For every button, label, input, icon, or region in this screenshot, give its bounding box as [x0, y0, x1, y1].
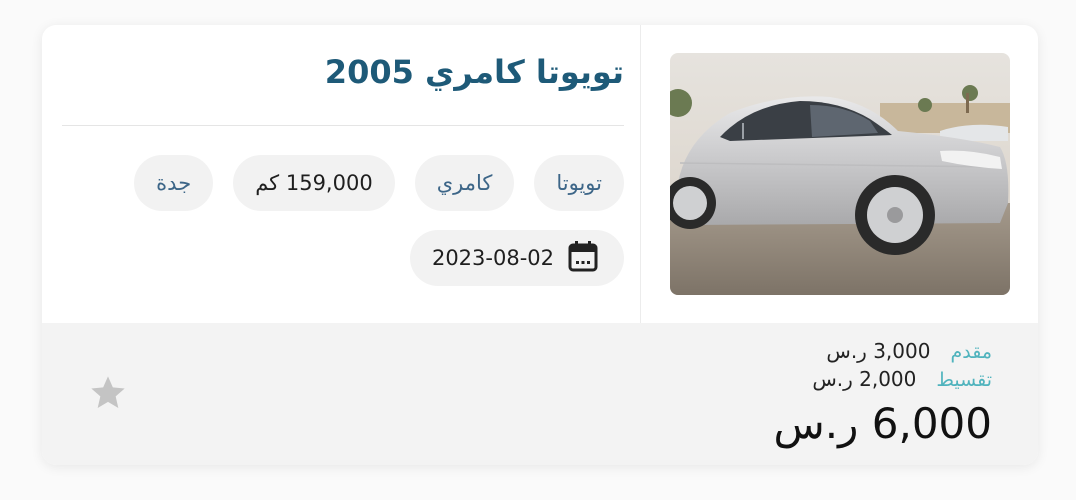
installment-label: تقسيط: [936, 369, 992, 391]
date-chip: 2023-08-02: [409, 230, 624, 286]
listing-card[interactable]: تويوتا كامري 2005 تويوتا كامري 159,000 ك…: [42, 25, 1038, 465]
down-payment-label: مقدم: [950, 341, 992, 363]
chip-model[interactable]: كامري: [414, 155, 515, 211]
listing-date: 2023-08-02: [431, 246, 554, 270]
installment-row: تقسيط 2,000 ر.س: [773, 367, 992, 395]
title-divider: [62, 125, 624, 126]
price-area: مقدم 3,000 ر.س تقسيط 2,000 ر.س 6,000 ر.س: [773, 339, 992, 448]
calendar-icon: [568, 240, 598, 277]
down-payment-value: 3,000 ر.س: [826, 339, 931, 363]
listing-title[interactable]: تويوتا كامري 2005: [325, 53, 624, 91]
spec-chips: تويوتا كامري 159,000 كم جدة: [134, 155, 624, 211]
down-payment-row: مقدم 3,000 ر.س: [773, 339, 992, 367]
pricing-section: مقدم 3,000 ر.س تقسيط 2,000 ر.س 6,000 ر.س: [42, 323, 1038, 465]
star-icon[interactable]: [88, 373, 128, 413]
installment-value: 2,000 ر.س: [812, 367, 917, 391]
chip-mileage: 159,000 كم: [233, 155, 395, 211]
chip-make[interactable]: تويوتا: [534, 155, 624, 211]
vertical-divider: [640, 25, 641, 323]
total-price: 6,000 ر.س: [773, 399, 992, 448]
listing-card-top: تويوتا كامري 2005 تويوتا كامري 159,000 ك…: [42, 25, 1038, 323]
chip-city[interactable]: جدة: [134, 155, 214, 211]
car-photo-image: [670, 53, 1010, 295]
car-photo[interactable]: [670, 53, 1010, 295]
